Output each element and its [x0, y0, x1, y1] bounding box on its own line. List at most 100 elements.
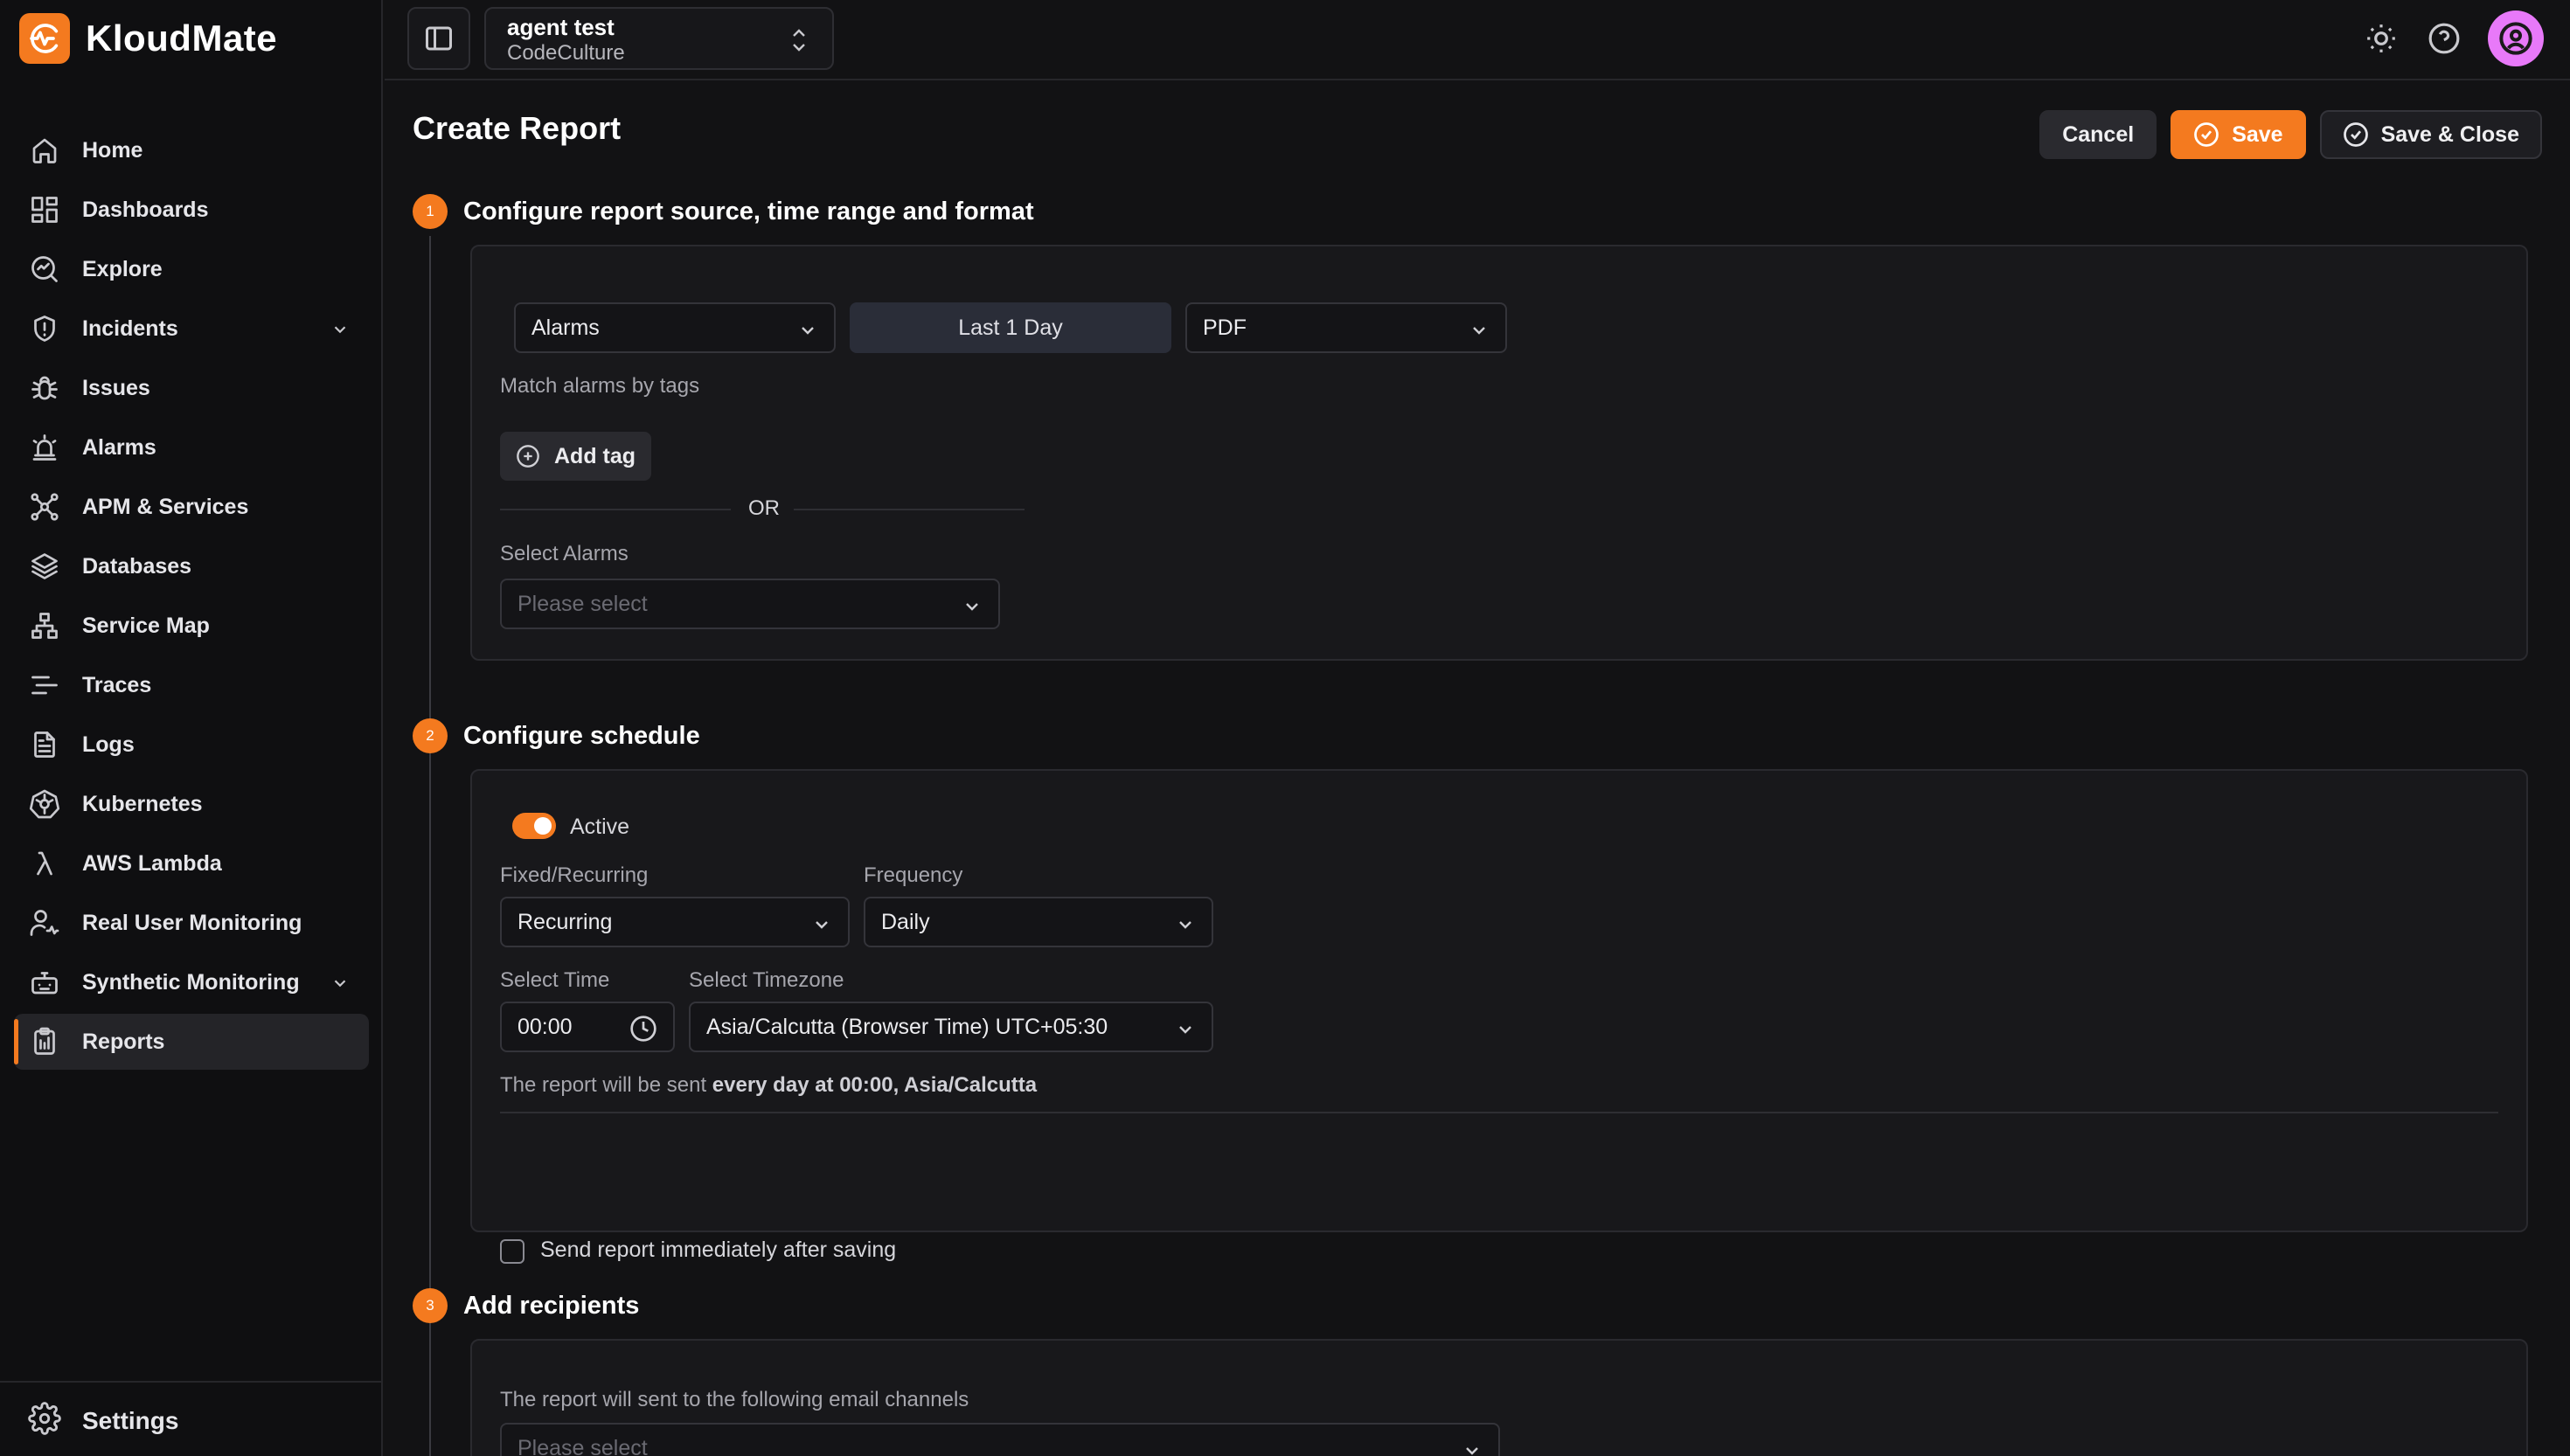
chevron-down-icon: [811, 914, 832, 935]
help-circle-icon: [2428, 23, 2460, 54]
sidebar-item-label: Explore: [82, 256, 163, 281]
select-alarms-dropdown[interactable]: Please select: [500, 579, 1000, 629]
cancel-button[interactable]: Cancel: [2039, 110, 2157, 159]
sidebar-item-label: Issues: [82, 375, 150, 400]
sidebar-item-logs[interactable]: Logs: [14, 717, 369, 773]
chevron-down-icon: [797, 320, 818, 341]
sidebar-toggle-button[interactable]: [407, 7, 470, 70]
sidebar-item-real-user-monitoring[interactable]: Real User Monitoring: [14, 895, 369, 951]
sidebar-item-service-map[interactable]: Service Map: [14, 598, 369, 654]
topbar-actions: [2337, 10, 2544, 66]
sidebar-item-apm-services[interactable]: APM & Services: [14, 479, 369, 535]
report-format-select[interactable]: PDF: [1185, 302, 1507, 353]
sidebar-item-reports[interactable]: Reports: [14, 1014, 369, 1070]
sidebar-item-label: APM & Services: [82, 494, 249, 519]
frequency-select[interactable]: Daily: [864, 897, 1213, 947]
header-actions: Cancel Save Save & Close: [2025, 110, 2542, 159]
file-text-icon: [28, 728, 61, 761]
sidebar-nav: Home Dashboards Explore Incidents Issues: [14, 122, 369, 1073]
email-channels-select[interactable]: Please select: [500, 1423, 1500, 1456]
traces-icon: [28, 669, 61, 702]
project-switcher[interactable]: agent test CodeCulture: [484, 7, 834, 70]
brand[interactable]: KloudMate: [19, 12, 277, 65]
schedule-summary-prefix: The report will be sent: [500, 1073, 712, 1097]
siren-icon: [28, 431, 61, 464]
email-channels-placeholder: Please select: [517, 1435, 648, 1456]
topbar: agent test CodeCulture: [385, 0, 2570, 80]
sidebar-item-synthetic-monitoring[interactable]: Synthetic Monitoring: [14, 954, 369, 1010]
user-avatar-button[interactable]: [2488, 10, 2544, 66]
select-alarms-placeholder: Please select: [517, 591, 648, 616]
sidebar-item-aws-lambda[interactable]: AWS Lambda: [14, 835, 369, 891]
chevron-down-icon[interactable]: [330, 320, 350, 339]
fixed-recurring-select[interactable]: Recurring: [500, 897, 850, 947]
save-and-close-button[interactable]: Save & Close: [2319, 110, 2542, 159]
report-format-value: PDF: [1203, 315, 1247, 340]
add-tag-label: Add tag: [554, 443, 636, 468]
step-number: 2: [413, 718, 448, 753]
help-button[interactable]: [2425, 19, 2463, 58]
sidebar-item-issues[interactable]: Issues: [14, 360, 369, 416]
step-title: Add recipients: [463, 1291, 640, 1320]
schedule-summary: The report will be sent every day at 00:…: [500, 1073, 1037, 1098]
sidebar-item-label: AWS Lambda: [82, 850, 222, 876]
sidebar-item-settings[interactable]: Settings: [28, 1402, 178, 1439]
clock-icon: [630, 1016, 656, 1042]
theme-toggle-button[interactable]: [2362, 19, 2400, 58]
report-source-select[interactable]: Alarms: [514, 302, 836, 353]
timezone-select[interactable]: Asia/Calcutta (Browser Time) UTC+05:30: [689, 1002, 1213, 1052]
chevron-down-icon: [1462, 1440, 1483, 1456]
time-input[interactable]: 00:00: [500, 1002, 675, 1052]
sidebar-item-label: Synthetic Monitoring: [82, 969, 300, 995]
step-title: Configure report source, time range and …: [463, 197, 1034, 225]
sidebar-item-databases[interactable]: Databases: [14, 538, 369, 594]
step-2-header: 2 Configure schedule: [413, 718, 700, 753]
sidebar-item-label: Dashboards: [82, 197, 209, 222]
sidebar-item-label: Reports: [82, 1029, 165, 1054]
plus-circle-icon: [517, 445, 539, 468]
sidebar-item-alarms[interactable]: Alarms: [14, 419, 369, 475]
sidebar-item-traces[interactable]: Traces: [14, 657, 369, 713]
select-time-label: Select Time: [500, 968, 610, 992]
send-immediately-checkbox[interactable]: [500, 1239, 524, 1264]
sidebar-footer: Settings: [0, 1381, 381, 1456]
home-icon: [28, 134, 61, 167]
chevron-down-icon: [962, 596, 983, 617]
sidebar: KloudMate Home Dashboards Explore Incide…: [0, 0, 383, 1456]
settings-label: Settings: [82, 1406, 179, 1434]
active-label: Active: [570, 815, 630, 839]
sidebar-item-label: Alarms: [82, 434, 156, 460]
step-connector: [429, 760, 431, 1356]
frequency-label: Frequency: [864, 863, 963, 887]
sidebar-item-kubernetes[interactable]: Kubernetes: [14, 776, 369, 832]
shield-alert-icon: [28, 312, 61, 345]
chevron-down-icon[interactable]: [330, 974, 350, 993]
org-name: CodeCulture: [507, 41, 625, 65]
report-source-value: Alarms: [531, 315, 600, 340]
clipboard-icon: [28, 1025, 61, 1058]
step-3-card: The report will sent to the following em…: [470, 1339, 2528, 1456]
match-tags-label: Match alarms by tags: [500, 374, 700, 398]
add-tag-button[interactable]: Add tag: [500, 432, 652, 481]
step-1-header: 1 Configure report source, time range an…: [413, 194, 1034, 229]
chevron-up-down-icon: [788, 24, 809, 56]
save-button[interactable]: Save: [2171, 110, 2306, 159]
active-toggle[interactable]: [512, 813, 556, 839]
bug-icon: [28, 371, 61, 405]
app-root: KloudMate Home Dashboards Explore Incide…: [0, 0, 2570, 1456]
sidebar-item-incidents[interactable]: Incidents: [14, 301, 369, 357]
step-title: Configure schedule: [463, 721, 700, 750]
sidebar-item-explore[interactable]: Explore: [14, 241, 369, 297]
save-and-close-button-label: Save & Close: [2380, 121, 2519, 147]
sidebar-item-label: Databases: [82, 553, 192, 579]
sidebar-item-label: Home: [82, 137, 143, 163]
main-content: Create Report Cancel Save Save & Close 1…: [385, 82, 2570, 1456]
time-range-picker[interactable]: Last 1 Day: [850, 302, 1171, 353]
sidebar-item-dashboards[interactable]: Dashboards: [14, 182, 369, 238]
select-alarms-label: Select Alarms: [500, 542, 629, 565]
sidebar-item-home[interactable]: Home: [14, 122, 369, 178]
sidebar-item-label: Service Map: [82, 613, 210, 638]
explore-icon: [28, 253, 61, 286]
check-circle-icon: [2343, 122, 2368, 147]
or-divider-left: [500, 509, 731, 510]
